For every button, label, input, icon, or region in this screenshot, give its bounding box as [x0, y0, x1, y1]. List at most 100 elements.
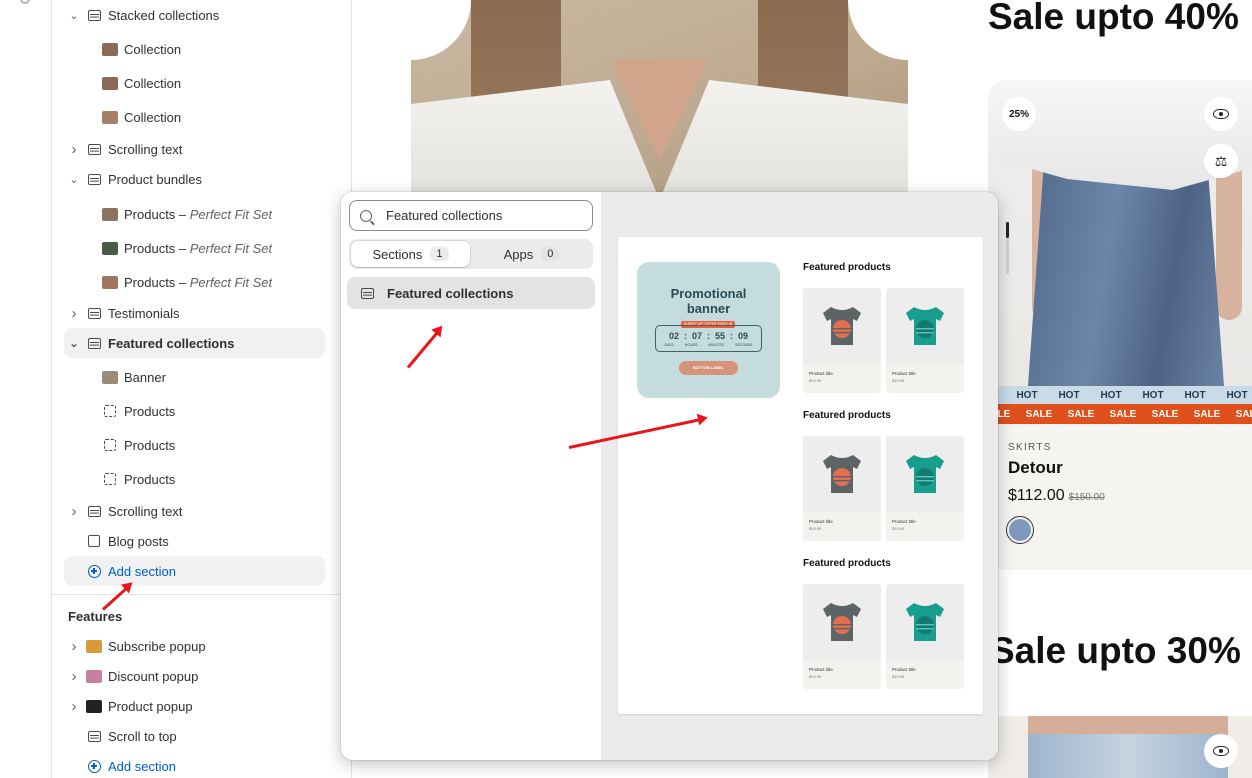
eye-icon	[1213, 109, 1229, 119]
sidebar-item-product-bundles[interactable]: ⌄ Product bundles	[64, 164, 325, 194]
product-title: Product title	[809, 371, 833, 376]
sidebar-item-testimonials[interactable]: › Testimonials	[64, 298, 325, 328]
feature-add-section[interactable]: Add section	[64, 751, 325, 778]
color-swatch[interactable]	[1006, 516, 1034, 544]
sidebar-item-products[interactable]: Products	[64, 430, 325, 460]
chevron-right-icon[interactable]: ›	[64, 503, 84, 520]
product-card-preview: Product title $19.99	[803, 288, 881, 393]
chevron-right-icon[interactable]: ›	[64, 668, 84, 685]
hot-label: HOT	[1016, 389, 1038, 401]
sidebar-item-scrolling-text[interactable]: › Scrolling text	[64, 496, 325, 526]
featured-products-heading: Featured products	[803, 558, 891, 569]
sidebar-item-products[interactable]: Products	[64, 464, 325, 494]
sidebar-item-add-section[interactable]: Add section	[64, 556, 325, 586]
tshirt-image	[886, 288, 964, 364]
section-preview-pane: Promotional banner HURRY UP! OFFER ENDS I…	[601, 192, 998, 760]
sidebar-item-products[interactable]: Products – Perfect Fit Set	[64, 233, 325, 263]
search-icon	[360, 209, 372, 222]
add-section-popover: Featured collections Sections 1 Apps 0 Fea…	[341, 192, 998, 760]
section-lines-icon	[359, 285, 375, 301]
sidebar-item-collection[interactable]: Collection	[64, 102, 325, 132]
dashed-box-icon	[102, 403, 118, 419]
sidebar-item-featured-collections[interactable]: ⌄ Featured collections	[64, 328, 325, 358]
compare-button[interactable]: ⚖	[1204, 144, 1238, 178]
sidebar-item-stacked-collections[interactable]: ⌄ Stacked collections	[64, 0, 325, 30]
hot-label: HOT	[1142, 389, 1164, 401]
featured-products-heading: Featured products	[803, 262, 891, 273]
sidebar-item-blog-posts[interactable]: Blog posts	[64, 526, 325, 556]
product-title: Product title	[892, 667, 916, 672]
sidebar-item-label: Scrolling text	[108, 141, 183, 157]
sidebar-item-products[interactable]: Products – Perfect Fit Set	[64, 267, 325, 297]
text-block-icon	[86, 503, 102, 519]
chevron-down-icon[interactable]: ⌄	[64, 337, 84, 350]
tshirt-image	[886, 436, 964, 512]
feature-label: Subscribe popup	[108, 638, 206, 654]
dashed-box-icon	[102, 471, 118, 487]
sidebar-item-products[interactable]: Products	[64, 396, 325, 426]
product-card-preview: Product title $19.99	[886, 584, 964, 689]
quick-view-button-2[interactable]	[1204, 734, 1238, 768]
sale-label: SALE	[1109, 408, 1137, 420]
sidebar-item-collection[interactable]: Collection	[64, 68, 325, 98]
promo-button: BUTTON LABEL	[679, 361, 738, 375]
product-name[interactable]: Detour	[1008, 458, 1063, 478]
hot-label: HOT	[1058, 389, 1080, 401]
product-vendor: SKIRTS	[1008, 442, 1052, 453]
sidebar-item-label: Collection	[124, 109, 182, 125]
feature-scroll-to-top[interactable]: Scroll to top	[64, 721, 325, 751]
sidebar-item-sublabel: Perfect Fit Set	[189, 274, 273, 290]
sidebar-item-label: Blog posts	[108, 533, 169, 549]
eye-icon	[1213, 746, 1229, 756]
sidebar-item-products[interactable]: Products – Perfect Fit Set	[64, 199, 325, 229]
chevron-down-icon[interactable]: ⌄	[64, 173, 84, 186]
tab-apps[interactable]: Apps 0	[472, 241, 591, 267]
sidebar-item-label: Collection	[124, 41, 182, 57]
feature-discount-popup[interactable]: › Discount popup	[64, 661, 325, 691]
chevron-right-icon[interactable]: ›	[64, 698, 84, 715]
chevron-right-icon[interactable]: ›	[64, 638, 84, 655]
sidebar-item-banner[interactable]: Banner	[64, 362, 325, 392]
product-price: $19.99	[892, 674, 905, 679]
chevron-right-icon[interactable]: ›	[64, 141, 84, 158]
sidebar-item-label: Products –	[124, 206, 190, 222]
sidebar-item-label: Add section	[108, 563, 176, 579]
countdown-timer: 02: 07: 55: 09 DAYS HOURS MINUTES SECOND…	[655, 325, 762, 352]
quick-view-button[interactable]	[1204, 97, 1238, 131]
product-card-preview: Product title $19.99	[803, 584, 881, 689]
sidebar-item-sublabel: Perfect Fit Set	[189, 240, 273, 256]
feature-product-popup[interactable]: › Product popup	[64, 691, 325, 721]
sale-heading-2: Sale upto 30%	[990, 630, 1241, 671]
app-icon[interactable]	[20, 0, 30, 4]
hot-label: HOT	[1184, 389, 1206, 401]
sale-label: SALE	[1193, 408, 1221, 420]
hot-ticker: HOTHOTHOTHOTHOTHOTHOT	[988, 386, 1252, 404]
tshirt-image	[803, 584, 881, 660]
product-price: $19.99	[809, 526, 822, 531]
sidebar-item-collection[interactable]: Collection	[64, 34, 325, 64]
result-featured-collections[interactable]: Featured collections	[347, 277, 595, 309]
feature-subscribe-popup[interactable]: › Subscribe popup	[64, 631, 325, 661]
app-thumb-icon	[86, 699, 102, 713]
plus-circle-icon	[86, 758, 102, 774]
app-thumb-icon	[86, 669, 102, 683]
tab-sections[interactable]: Sections 1	[351, 241, 470, 267]
product-title: Product title	[892, 519, 916, 524]
product-title: Product title	[809, 519, 833, 524]
sidebar-item-scrolling-text[interactable]: › Scrolling text	[64, 134, 325, 164]
section-tabs: Sections 1 Apps 0	[349, 239, 593, 269]
search-input[interactable]: Featured collections	[349, 200, 593, 231]
sidebar: ⌄ Stacked collections Collection Collection…	[52, 0, 352, 778]
chevron-right-icon[interactable]: ›	[64, 305, 84, 322]
compare-price: $150.00	[1068, 492, 1105, 503]
sidebar-item-label: Products	[124, 403, 176, 419]
feature-label: Discount popup	[108, 668, 199, 684]
edit-icon	[86, 533, 102, 549]
sidebar-item-label: Featured collections	[108, 335, 235, 351]
image-thumb-icon	[102, 76, 118, 90]
product-card-2[interactable]	[988, 716, 1252, 778]
tshirt-image	[803, 436, 881, 512]
chevron-down-icon[interactable]: ⌄	[64, 9, 84, 22]
product-card[interactable]: 25% ⚖ HOTHOTHOTHOTHOTHOTHOT SALESALESALE…	[988, 80, 1252, 570]
sidebar-item-label: Products	[124, 437, 176, 453]
